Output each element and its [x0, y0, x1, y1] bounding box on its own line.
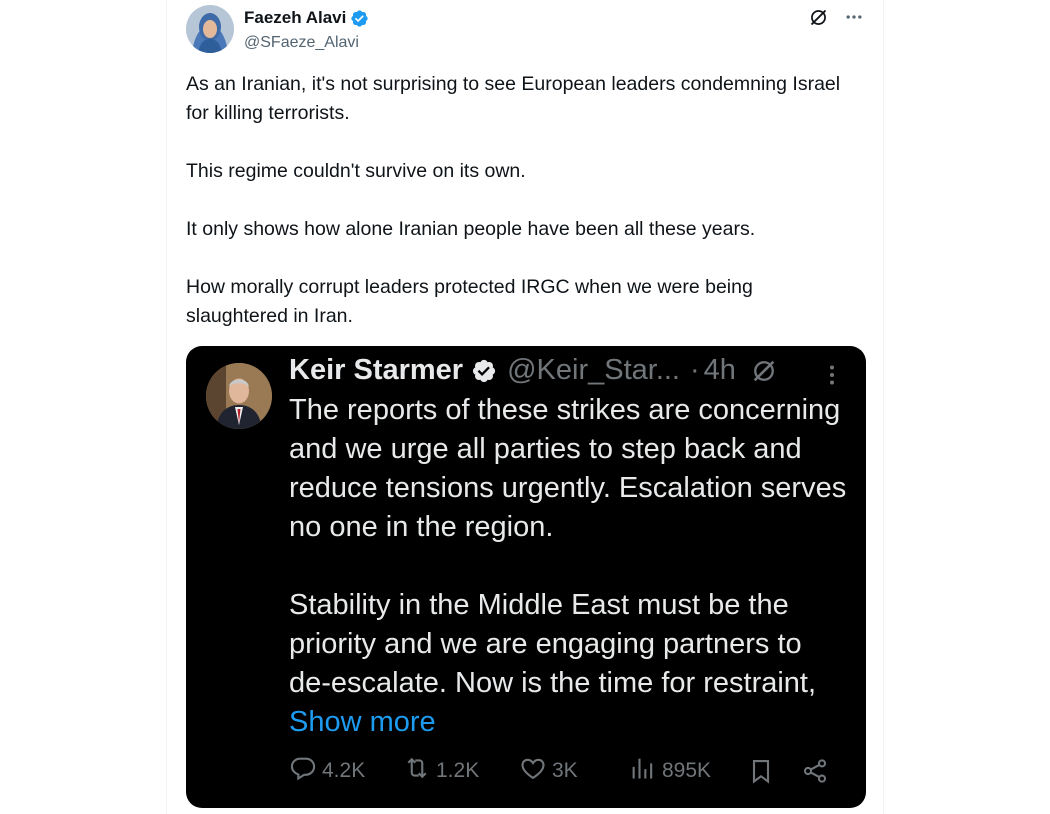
quoted-author-handle: @Keir_Star... — [507, 354, 680, 386]
reply-count: 4.2K — [322, 759, 366, 782]
author-handle[interactable]: @SFaeze_Alavi — [244, 34, 359, 52]
reply-stat: 4.2K — [289, 753, 365, 789]
heart-icon — [519, 754, 547, 788]
repost-stat: 1.2K — [403, 753, 479, 789]
quoted-author-avatar — [206, 363, 272, 429]
repost-count: 1.2K — [436, 759, 480, 782]
views-stat: 895K — [629, 753, 711, 789]
more-options-icon[interactable] — [843, 6, 865, 28]
repost-icon — [403, 754, 431, 788]
avatar[interactable] — [186, 5, 234, 53]
tweet-text: As an Iranian, it's not surprising to se… — [186, 70, 846, 360]
tweet-paragraph: It only shows how alone Iranian people h… — [186, 218, 756, 240]
separator-dot: · — [690, 354, 700, 386]
author-name[interactable]: Faezeh Alavi — [244, 8, 346, 28]
bookmark-icon — [747, 753, 775, 789]
timeline-column: Faezeh Alavi @SFaeze_Alavi As an Iranian… — [166, 0, 884, 814]
quoted-paragraph: The reports of these strikes are concern… — [289, 394, 847, 543]
quoted-grok-icon — [750, 357, 778, 385]
reply-icon — [289, 754, 317, 788]
views-count: 895K — [662, 759, 712, 782]
quoted-author-name: Keir Starmer — [289, 354, 464, 386]
quoted-tweet-screenshot[interactable]: Keir Starmer @Keir_Star... · 4h The repo… — [186, 346, 866, 808]
tweet-top-actions — [807, 6, 865, 28]
grok-icon[interactable] — [807, 6, 829, 28]
quoted-paragraph-text: Stability in the Middle East must be the… — [289, 589, 817, 699]
quoted-action-bar: 4.2K 1.2K 3K 895K — [289, 753, 835, 789]
author-name-row: Faezeh Alavi — [244, 8, 369, 28]
quoted-header: Keir Starmer @Keir_Star... · 4h — [289, 354, 778, 387]
quoted-paragraph: Stability in the Middle East must be the… — [289, 586, 849, 742]
like-count: 3K — [552, 759, 578, 782]
like-stat: 3K — [519, 753, 578, 789]
quoted-timestamp: 4h — [703, 354, 736, 386]
share-icon — [801, 753, 829, 789]
tweet-paragraph: This regime couldn't survive on its own. — [186, 160, 526, 182]
quoted-more-icon — [820, 360, 844, 390]
views-icon — [629, 754, 657, 788]
tweet[interactable]: Faezeh Alavi @SFaeze_Alavi As an Iranian… — [167, 0, 883, 814]
quoted-tweet-text: The reports of these strikes are concern… — [289, 391, 849, 781]
show-more-link: Show more — [289, 706, 436, 738]
quoted-verified-badge-icon — [471, 358, 497, 384]
tweet-paragraph: As an Iranian, it's not surprising to se… — [186, 73, 841, 124]
verified-badge-icon — [350, 9, 369, 28]
tweet-paragraph: How morally corrupt leaders protected IR… — [186, 276, 753, 327]
